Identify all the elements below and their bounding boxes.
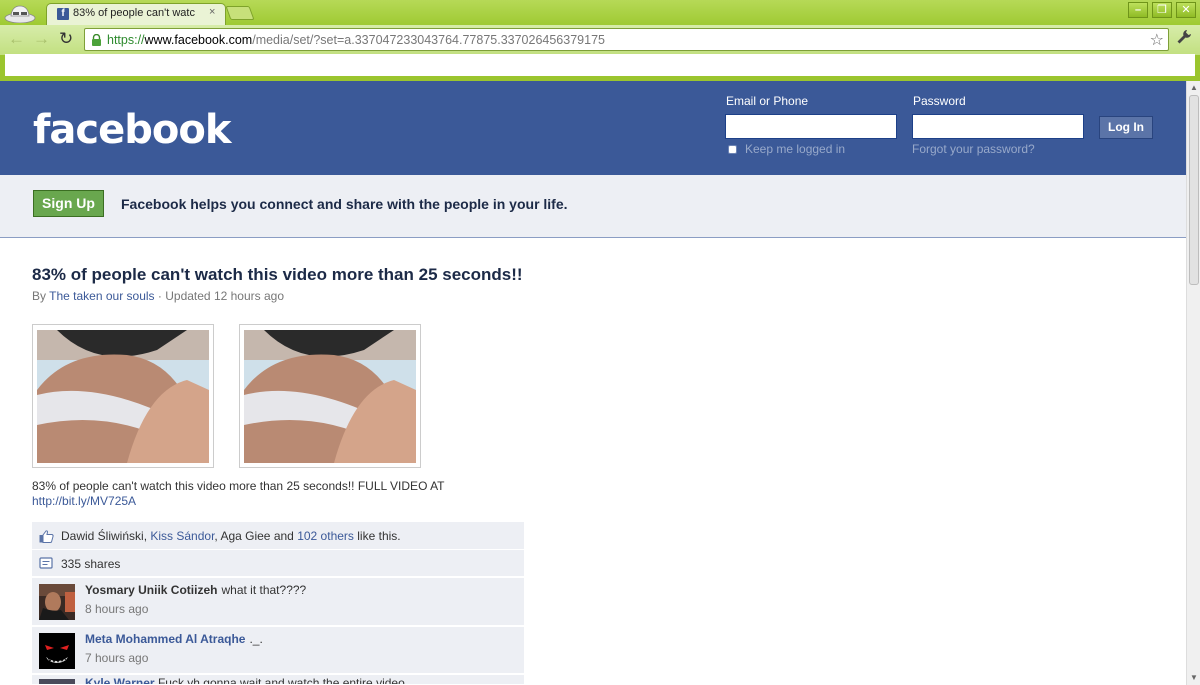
scroll-thumb[interactable]: [1189, 95, 1199, 285]
bookmark-bar: [5, 54, 1195, 76]
lock-icon: [92, 34, 101, 46]
facebook-logo[interactable]: facebook: [33, 107, 231, 153]
comment-time: 7 hours ago: [85, 651, 149, 665]
author-link[interactable]: The taken our souls: [49, 289, 154, 303]
tab-strip: f 83% of people can't watc × – ❐ ✕: [0, 0, 1200, 25]
post-byline: By The taken our souls · Updated 12 hour…: [32, 289, 284, 303]
others-link[interactable]: 102 others: [297, 529, 354, 543]
comment-author[interactable]: Meta Mohammed Al Atraqhe ._.: [85, 632, 263, 646]
tab-active[interactable]: f 83% of people can't watc ×: [46, 3, 226, 25]
share-icon: [39, 557, 53, 569]
email-field[interactable]: [725, 114, 897, 139]
comment-text: Fuck yh gonna wait and watch the entire …: [157, 676, 415, 685]
tab-close-icon[interactable]: ×: [209, 6, 215, 18]
keep-logged-in-label[interactable]: Keep me logged in: [745, 142, 845, 156]
photo-image: [37, 330, 209, 463]
minimize-button[interactable]: –: [1128, 2, 1148, 18]
bookmark-star-icon[interactable]: ☆: [1150, 30, 1164, 50]
liker-link[interactable]: Kiss Sándor: [150, 529, 214, 543]
login-button[interactable]: Log In: [1099, 116, 1153, 139]
shares-link[interactable]: 335 shares: [61, 557, 120, 571]
likes-row: Dawid Śliwiński, Kiss Sándor, Aga Giee a…: [32, 522, 524, 550]
facebook-header: facebook Email or Phone Password Keep me…: [0, 81, 1186, 175]
reload-icon[interactable]: ↻: [59, 29, 73, 49]
facebook-favicon-icon: f: [57, 8, 69, 20]
signup-button[interactable]: Sign Up: [33, 190, 104, 217]
password-field[interactable]: [912, 114, 1084, 139]
thumbs-up-icon[interactable]: [39, 530, 54, 543]
url-text: https://www.facebook.com/media/set/?set=…: [107, 33, 605, 47]
post-title: 83% of people can't watch this video mor…: [32, 265, 523, 284]
email-label: Email or Phone: [726, 94, 809, 108]
page-scrollbar[interactable]: ▲ ▼: [1186, 81, 1200, 685]
comment-author[interactable]: Kyle Warner Fuck yh gonna wait and watch…: [85, 676, 415, 685]
signup-bar: Sign Up Facebook helps you connect and s…: [0, 175, 1186, 238]
signup-tagline: Facebook helps you connect and share wit…: [121, 196, 568, 212]
post-caption: 83% of people can't watch this video mor…: [32, 479, 532, 509]
scroll-up-arrow-icon[interactable]: ▲: [1190, 83, 1198, 92]
comment-text: what it that????: [221, 583, 307, 597]
address-bar[interactable]: https://www.facebook.com/media/set/?set=…: [84, 28, 1169, 51]
password-label: Password: [913, 94, 966, 108]
avatar[interactable]: [39, 633, 75, 669]
new-tab-button[interactable]: [225, 6, 255, 20]
back-arrow-icon[interactable]: ←: [8, 30, 25, 48]
comment-item: Kyle Warner Fuck yh gonna wait and watch…: [32, 675, 524, 685]
comment-text: ._.: [249, 632, 263, 646]
shares-row: 335 shares: [32, 550, 524, 577]
browser-chrome: f 83% of people can't watc × – ❐ ✕ ← → ↻…: [0, 0, 1200, 81]
scroll-down-arrow-icon[interactable]: ▼: [1190, 673, 1198, 682]
photo-thumbnail[interactable]: [32, 324, 214, 468]
video-link[interactable]: http://bit.ly/MV725A: [32, 494, 532, 509]
avatar[interactable]: [39, 679, 75, 685]
photo-thumbnail[interactable]: [239, 324, 421, 468]
forgot-password-link[interactable]: Forgot your password?: [912, 142, 1035, 156]
likes-text: Dawid Śliwiński, Kiss Sándor, Aga Giee a…: [61, 529, 401, 543]
comment-time: 8 hours ago: [85, 602, 149, 616]
updated-time: Updated 12 hours ago: [165, 289, 284, 303]
comment-item: Yosmary Uniik Cotiizeh what it that???? 8…: [32, 578, 524, 626]
avatar[interactable]: [39, 584, 75, 620]
browser-toolbar: ← → ↻ https://www.facebook.com/media/set…: [0, 25, 1200, 55]
comment-author[interactable]: Yosmary Uniik Cotiizeh what it that????: [85, 583, 306, 597]
comment-item: Meta Mohammed Al Atraqhe ._. 7 hours ago: [32, 627, 524, 674]
wrench-menu-icon[interactable]: [1176, 29, 1192, 49]
close-window-button[interactable]: ✕: [1176, 2, 1196, 18]
forward-arrow-icon[interactable]: →: [33, 30, 50, 48]
restore-button[interactable]: ❐: [1152, 2, 1172, 18]
photo-image: [244, 330, 416, 463]
keep-logged-in-checkbox[interactable]: [728, 145, 737, 154]
tab-title: 83% of people can't watc: [73, 7, 195, 19]
incognito-icon: [4, 5, 36, 23]
